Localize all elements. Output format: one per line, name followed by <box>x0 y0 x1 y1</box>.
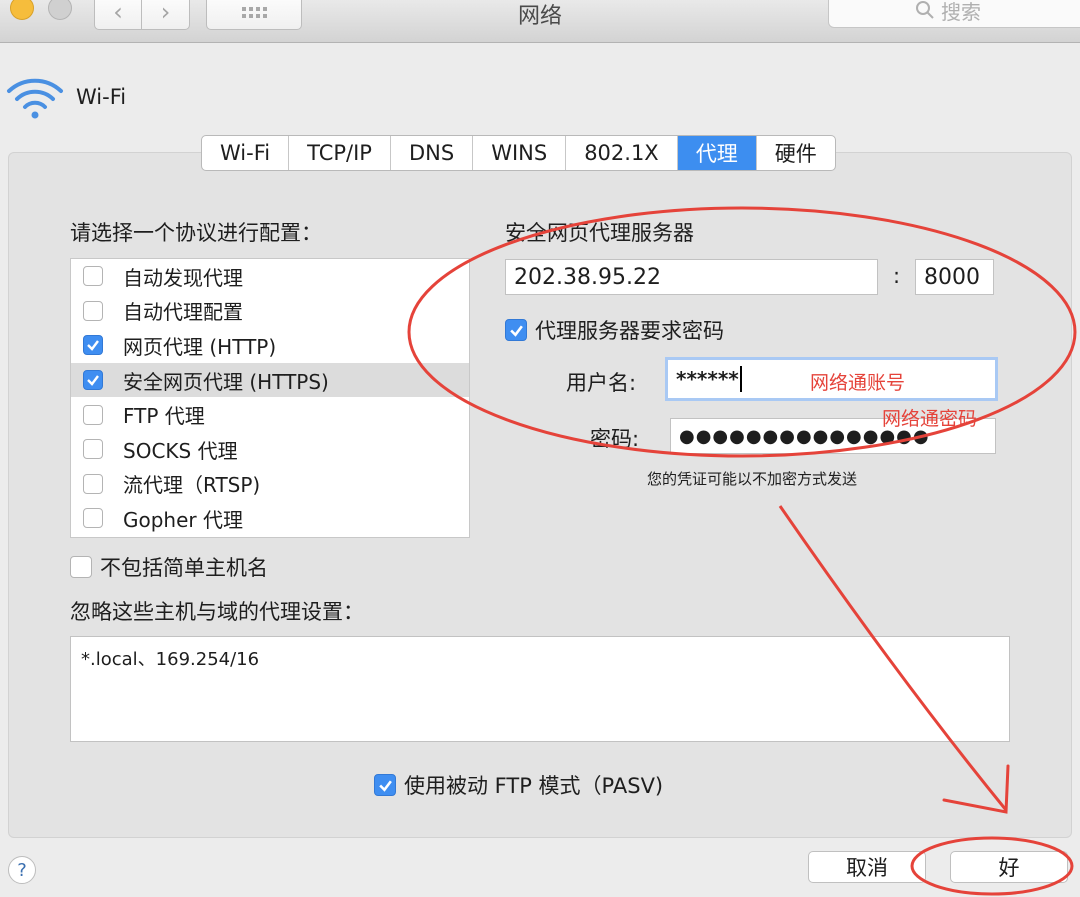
annotation-account: 网络通账号 <box>810 372 906 394</box>
protocol-item-rtsp[interactable]: 流代理（RTSP) <box>71 467 469 502</box>
protocol-label: 自动发现代理 <box>123 265 243 290</box>
port-separator: : <box>893 264 901 288</box>
requires-password[interactable]: 代理服务器要求密码 <box>505 315 724 345</box>
bypass-hosts-field[interactable]: *.local、169.254/16 <box>70 636 1010 742</box>
protocol-label: FTP 代理 <box>123 404 205 429</box>
checkbox[interactable] <box>83 404 103 425</box>
protocol-list[interactable]: 自动发现代理 自动代理配置 网页代理 (HTTP) 安全网页代理 (HTTPS)… <box>70 258 470 538</box>
protocol-item-http[interactable]: 网页代理 (HTTP) <box>71 328 469 363</box>
cancel-button[interactable]: 取消 <box>808 851 926 883</box>
checkbox[interactable] <box>83 300 103 321</box>
requires-password-label: 代理服务器要求密码 <box>535 319 724 343</box>
protocol-label: 自动代理配置 <box>123 300 243 325</box>
protocol-list-heading: 请选择一个协议进行配置： <box>70 221 322 245</box>
annotation-password: 网络通密码 <box>882 408 978 430</box>
checkbox[interactable] <box>83 370 103 391</box>
protocol-label: 流代理（RTSP) <box>123 473 261 498</box>
service-title: Wi-Fi <box>76 85 127 109</box>
tab-dns[interactable]: DNS <box>391 136 474 170</box>
tab-wins[interactable]: WINS <box>473 136 567 170</box>
text-cursor <box>739 366 742 392</box>
checkmark-icon <box>87 375 99 386</box>
checkbox[interactable] <box>505 319 527 341</box>
checkmark-icon <box>378 779 392 792</box>
checkbox[interactable] <box>83 266 103 287</box>
protocol-label: SOCKS 代理 <box>123 438 238 463</box>
tab-hardware[interactable]: 硬件 <box>757 136 835 170</box>
protocol-item-ftp[interactable]: FTP 代理 <box>71 397 469 432</box>
checkbox[interactable] <box>83 439 103 460</box>
bypass-heading: 忽略这些主机与域的代理设置： <box>70 600 364 624</box>
username-label: 用户名: <box>566 371 637 395</box>
protocol-item-auto-discovery[interactable]: 自动发现代理 <box>71 259 469 294</box>
checkmark-icon <box>87 340 99 352</box>
proxy-server-heading: 安全网页代理服务器 <box>505 221 694 245</box>
password-label: 密码: <box>590 427 640 451</box>
tab-wifi[interactable]: Wi-Fi <box>202 136 290 170</box>
checkbox[interactable] <box>83 473 103 494</box>
proxy-port-field[interactable]: 8000 <box>915 259 994 295</box>
passive-ftp[interactable]: 使用被动 FTP 模式（PASV) <box>374 770 663 800</box>
protocol-item-https[interactable]: 安全网页代理 (HTTPS) <box>71 362 469 398</box>
tab-proxies[interactable]: 代理 <box>677 136 757 170</box>
proxy-server-field[interactable]: 202.38.95.22 <box>505 259 878 295</box>
search-placeholder: 搜索 <box>941 0 981 24</box>
checkmark-icon <box>509 324 523 337</box>
tab-8021x[interactable]: 802.1X <box>566 136 678 170</box>
passive-ftp-label: 使用被动 FTP 模式（PASV) <box>404 774 664 798</box>
search-field[interactable]: 搜索 <box>828 0 1080 28</box>
exclude-simple-hostnames[interactable]: 不包括简单主机名 <box>70 552 268 582</box>
exclude-simple-label: 不包括简单主机名 <box>100 556 268 580</box>
help-button[interactable]: ? <box>8 856 36 884</box>
checkbox[interactable] <box>374 774 396 796</box>
ok-button[interactable]: 好 <box>950 851 1068 883</box>
protocol-item-auto-config[interactable]: 自动代理配置 <box>71 294 469 329</box>
protocol-label: 网页代理 (HTTP) <box>123 334 277 359</box>
protocol-label: 安全网页代理 (HTTPS) <box>123 369 329 394</box>
username-value: ****** <box>676 367 739 391</box>
credential-warning: 您的凭证可能以不加密方式发送 <box>647 470 858 488</box>
protocol-item-socks[interactable]: SOCKS 代理 <box>71 432 469 467</box>
wifi-icon <box>7 78 63 119</box>
tab-tcpip[interactable]: TCP/IP <box>289 136 391 170</box>
tab-bar: Wi-Fi TCP/IP DNS WINS 802.1X 代理 硬件 <box>201 135 836 171</box>
protocol-label: Gopher 代理 <box>123 507 243 532</box>
title-bar: ‹ › 网络 搜索 <box>0 0 1080 43</box>
checkbox[interactable] <box>83 508 103 529</box>
protocol-item-gopher[interactable]: Gopher 代理 <box>71 501 469 536</box>
checkbox[interactable] <box>83 335 103 356</box>
checkbox[interactable] <box>70 556 92 578</box>
search-icon <box>916 1 934 19</box>
